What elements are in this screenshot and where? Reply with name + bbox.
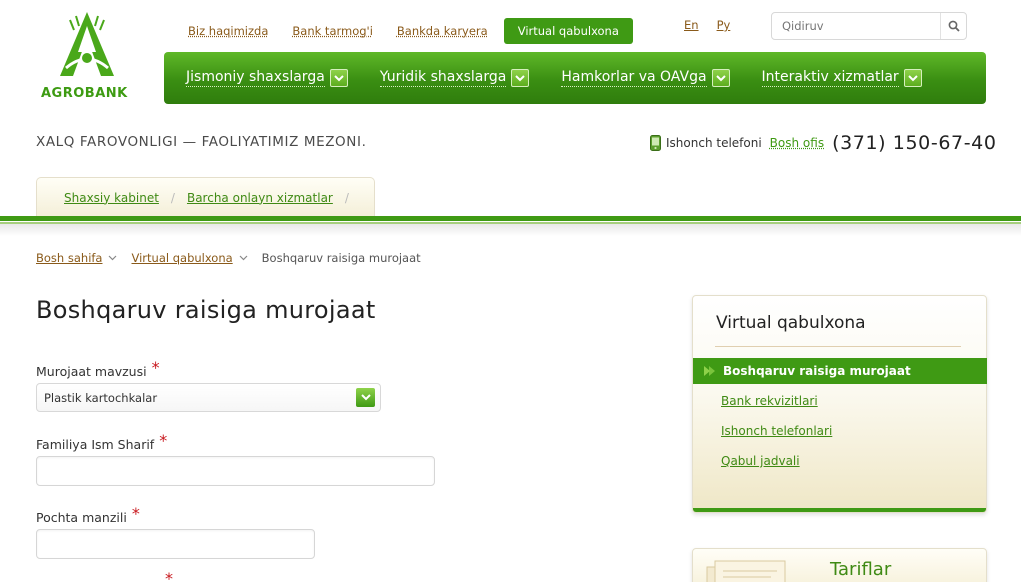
all-online-services-link[interactable]: Barcha onlayn xizmatlar: [187, 191, 333, 205]
search-icon: [948, 20, 960, 32]
chevron-down-icon: [511, 69, 530, 87]
main-nav: Jismoniy shaxslarga Yuridik shaxslarga H…: [164, 52, 986, 104]
search-input[interactable]: [772, 13, 940, 39]
trust-phone-number: (371) 150-67-40: [832, 132, 997, 154]
chevron-down-icon: [329, 69, 348, 87]
sidebar-item-bank-details[interactable]: Bank rekvizitlari: [721, 394, 818, 408]
top-nav-about-link[interactable]: Biz haqimizda: [188, 24, 268, 38]
top-nav: Biz haqimizda Bank tarmog'i Bankda karye…: [176, 18, 645, 44]
breadcrumb-current: Boshqaruv raisiga murojaat: [261, 251, 421, 265]
email-input[interactable]: [37, 530, 314, 558]
main-nav-label: Interaktiv xizmatlar: [761, 69, 899, 87]
logo-text: AGROBANK: [41, 86, 128, 101]
topic-label-text: Murojaat mavzusi: [36, 364, 147, 379]
chevron-down-icon[interactable]: [239, 255, 248, 261]
main-nav-label: Yuridik shaxslarga: [379, 69, 507, 87]
header-shadow: [0, 224, 1021, 236]
sidebar-item-chairman-appeal[interactable]: Boshqaruv raisiga murojaat: [693, 358, 987, 384]
arrow-right-icon: [704, 366, 715, 376]
chevron-down-icon: [903, 69, 922, 87]
full-name-field[interactable]: [36, 456, 435, 486]
search-box: [771, 12, 967, 40]
sidebar-item-label: Boshqaruv raisiga murojaat: [723, 364, 911, 378]
main-nav-label: Jismoniy shaxslarga: [186, 69, 325, 87]
lang-ru-link[interactable]: Ру: [717, 18, 731, 32]
language-switcher: En Ру: [684, 18, 730, 32]
head-office-link[interactable]: Bosh ofis: [770, 136, 824, 150]
mobile-phone-icon: [650, 135, 661, 151]
next-field-label: *: [160, 569, 173, 582]
sidebar-item-reception-schedule[interactable]: Qabul jadvali: [721, 454, 800, 468]
separator: /: [170, 190, 175, 205]
email-label-text: Pochta manzili: [36, 510, 127, 525]
wheat-emblem-icon: [60, 12, 114, 76]
required-mark: *: [159, 431, 168, 450]
chevron-down-icon: [711, 69, 730, 87]
full-name-label: Familiya Ism Sharif *: [36, 431, 168, 453]
main-nav-interactive-services[interactable]: Interaktiv xizmatlar: [761, 69, 922, 87]
sidebar-item-trust-phones[interactable]: Ishonch telefonlari: [721, 424, 832, 438]
header-divider: [0, 216, 1021, 221]
online-services-tab: Shaxsiy kabinet / Barcha onlayn xizmatla…: [36, 177, 375, 217]
main-nav-individuals[interactable]: Jismoniy shaxslarga: [186, 69, 348, 87]
sidebar-title: Virtual qabulxona: [716, 313, 866, 333]
top-nav-career-link[interactable]: Bankda karyera: [397, 24, 488, 38]
topic-label: Murojaat mavzusi *: [36, 358, 160, 380]
chevron-down-icon[interactable]: [108, 255, 117, 261]
trust-phone-label: Ishonch telefoni: [666, 136, 762, 150]
sidebar-bottom-bar: [693, 508, 986, 512]
documents-icon: [706, 560, 786, 582]
breadcrumb-section-link[interactable]: Virtual qabulxona: [131, 251, 232, 265]
full-name-label-text: Familiya Ism Sharif: [36, 437, 155, 452]
topic-select[interactable]: Plastik kartochkalar: [36, 383, 381, 412]
required-mark: *: [131, 504, 140, 523]
main-nav-label: Hamkorlar va OAVga: [561, 69, 707, 87]
lang-en-link[interactable]: En: [684, 18, 699, 32]
virtual-reception-sidebar: Virtual qabulxona Boshqaruv raisiga muro…: [692, 295, 987, 513]
top-nav-network-link[interactable]: Bank tarmog'i: [292, 24, 373, 38]
main-nav-partners-media[interactable]: Hamkorlar va OAVga: [561, 69, 730, 87]
chevron-down-icon[interactable]: [356, 388, 375, 407]
full-name-input[interactable]: [37, 457, 434, 485]
required-mark: *: [165, 569, 173, 582]
agrobank-logo[interactable]: AGROBANK: [38, 10, 134, 104]
breadcrumb: Bosh sahifa Virtual qabulxona Boshqaruv …: [36, 251, 421, 265]
topic-select-value: Plastik kartochkalar: [44, 390, 158, 405]
main-nav-legal-entities[interactable]: Yuridik shaxslarga: [379, 69, 530, 87]
page-title: Boshqaruv raisiga murojaat: [36, 296, 376, 324]
separator: /: [344, 190, 349, 205]
tariffs-title: Tariflar: [830, 559, 892, 580]
trust-phone: Ishonch telefoni Bosh ofis (371) 150-67-…: [650, 131, 997, 155]
personal-cabinet-link[interactable]: Shaxsiy kabinet: [64, 191, 159, 205]
email-label: Pochta manzili *: [36, 504, 140, 526]
required-mark: *: [151, 358, 160, 377]
sidebar-divider: [715, 346, 961, 347]
tariffs-card[interactable]: Tariflar: [692, 548, 987, 582]
slogan: XALQ FAROVONLIGI — FAOLIYATIMIZ MEZONI.: [36, 134, 367, 150]
email-field[interactable]: [36, 529, 315, 559]
top-nav-virtual-reception-button[interactable]: Virtual qabulxona: [503, 18, 633, 44]
breadcrumb-home-link[interactable]: Bosh sahifa: [36, 251, 102, 265]
search-button[interactable]: [940, 13, 966, 39]
